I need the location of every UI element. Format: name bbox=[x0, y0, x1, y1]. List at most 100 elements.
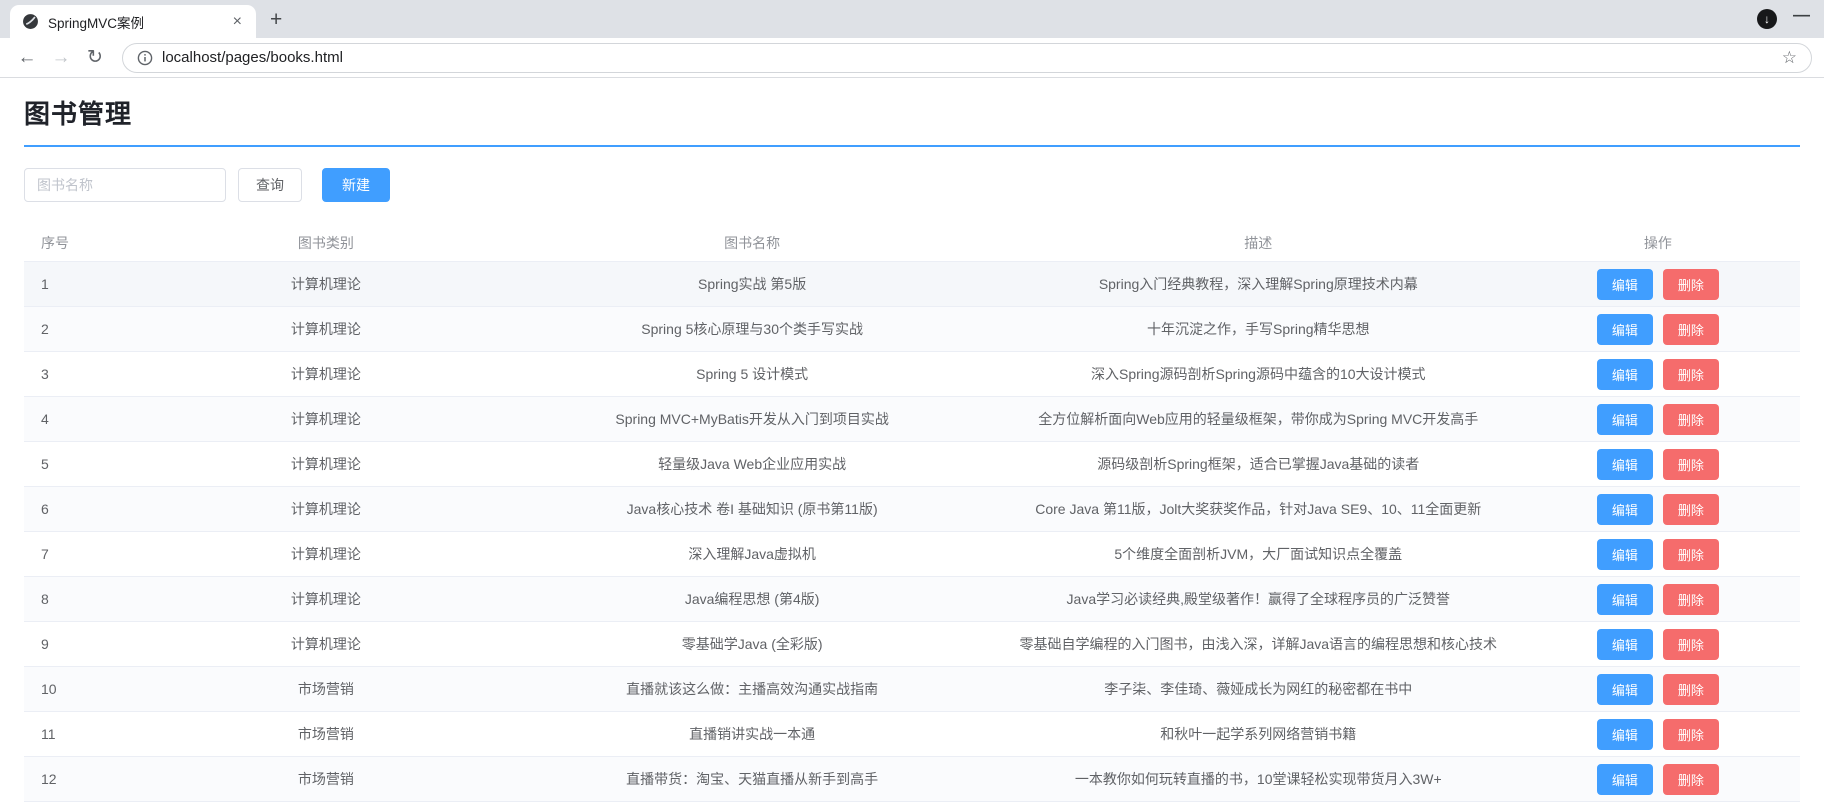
cell-desc: 零基础自学编程的入门图书，由浅入深，详解Java语言的编程思想和核心技术 bbox=[1019, 636, 1498, 652]
back-button[interactable]: ← bbox=[12, 43, 42, 73]
delete-button[interactable]: 删除 bbox=[1662, 313, 1719, 345]
table-row: 10 市场营销 直播就该这么做：主播高效沟通实战指南 李子柒、李佳琦、薇娅成长为… bbox=[24, 667, 1800, 712]
books-table: 序号 图书类别 图书名称 描述 操作 1 计算机理论 Spring实战 第5版 … bbox=[24, 224, 1800, 802]
reload-button[interactable]: ↻ bbox=[80, 43, 110, 73]
cell-index: 7 bbox=[41, 546, 49, 562]
edit-button[interactable]: 编辑 bbox=[1596, 628, 1653, 660]
cell-desc: 和秋叶一起学系列网络营销书籍 bbox=[1160, 726, 1357, 742]
delete-button[interactable]: 删除 bbox=[1662, 268, 1719, 300]
create-button[interactable]: 新建 bbox=[322, 168, 390, 202]
delete-button[interactable]: 删除 bbox=[1662, 628, 1719, 660]
minimize-button[interactable]: — bbox=[1793, 5, 1810, 25]
edit-button[interactable]: 编辑 bbox=[1596, 583, 1653, 615]
edit-button[interactable]: 编辑 bbox=[1596, 673, 1653, 705]
browser-toolbar: ← → ↻ localhost/pages/books.html ☆ bbox=[0, 38, 1824, 78]
table-row: 3 计算机理论 Spring 5 设计模式 深入Spring源码剖析Spring… bbox=[24, 352, 1800, 397]
edit-button[interactable]: 编辑 bbox=[1596, 718, 1653, 750]
cell-desc: 深入Spring源码剖析Spring源码中蕴含的10大设计模式 bbox=[1091, 366, 1426, 382]
header-index: 序号 bbox=[41, 234, 69, 251]
cell-name: Spring 5核心原理与30个类手写实战 bbox=[641, 321, 863, 337]
cell-desc: 5个维度全面剖析JVM，大厂面试知识点全覆盖 bbox=[1114, 546, 1403, 562]
cell-desc: Spring入门经典教程，深入理解Spring原理技术内幕 bbox=[1098, 276, 1418, 292]
edit-button[interactable]: 编辑 bbox=[1596, 313, 1653, 345]
tab-close-icon[interactable]: × bbox=[229, 12, 246, 32]
table-row: 4 计算机理论 Spring MVC+MyBatis开发从入门到项目实战 全方位… bbox=[24, 397, 1800, 442]
delete-button[interactable]: 删除 bbox=[1662, 358, 1719, 390]
cell-actions: 编辑 删除 bbox=[1516, 268, 1800, 300]
header-desc: 描述 bbox=[1244, 234, 1273, 251]
tab-title: SpringMVC案例 bbox=[48, 15, 145, 31]
books-page: 图书管理 查询 新建 序号 图书类别 图书名称 描述 操作 1 计算机理论 Sp… bbox=[0, 94, 1824, 802]
cell-category: 计算机理论 bbox=[290, 276, 361, 292]
browser-tab[interactable]: SpringMVC案例 × bbox=[10, 5, 256, 38]
cell-index: 9 bbox=[41, 636, 49, 652]
browser-update-icon[interactable]: ↓ bbox=[1757, 9, 1777, 29]
header-actions: 操作 bbox=[1643, 234, 1672, 251]
url-text: localhost/pages/books.html bbox=[162, 49, 343, 66]
edit-button[interactable]: 编辑 bbox=[1596, 763, 1653, 795]
edit-button[interactable]: 编辑 bbox=[1596, 448, 1653, 480]
edit-button[interactable]: 编辑 bbox=[1596, 538, 1653, 570]
delete-button[interactable]: 删除 bbox=[1662, 538, 1719, 570]
cell-category: 计算机理论 bbox=[290, 321, 361, 337]
cell-category: 计算机理论 bbox=[290, 546, 361, 562]
table-row: 2 计算机理论 Spring 5核心原理与30个类手写实战 十年沉淀之作，手写S… bbox=[24, 307, 1800, 352]
edit-button[interactable]: 编辑 bbox=[1596, 358, 1653, 390]
cell-name: 深入理解Java虚拟机 bbox=[688, 546, 816, 562]
delete-button[interactable]: 删除 bbox=[1662, 763, 1719, 795]
delete-button[interactable]: 删除 bbox=[1662, 448, 1719, 480]
cell-category: 市场营销 bbox=[297, 726, 354, 742]
cell-index: 11 bbox=[41, 726, 56, 742]
cell-desc: Java学习必读经典,殿堂级著作！赢得了全球程序员的广泛赞誉 bbox=[1066, 591, 1451, 607]
cell-index: 12 bbox=[41, 771, 57, 787]
title-divider bbox=[24, 145, 1800, 147]
search-input[interactable] bbox=[24, 168, 226, 202]
url-input[interactable]: localhost/pages/books.html ☆ bbox=[122, 42, 1812, 73]
cell-category: 市场营销 bbox=[297, 681, 354, 697]
cell-category: 计算机理论 bbox=[290, 501, 361, 517]
delete-button[interactable]: 删除 bbox=[1662, 583, 1719, 615]
edit-button[interactable]: 编辑 bbox=[1596, 268, 1653, 300]
delete-button[interactable]: 删除 bbox=[1662, 403, 1719, 435]
cell-index: 10 bbox=[41, 681, 57, 697]
table-row: 6 计算机理论 Java核心技术 卷I 基础知识 (原书第11版) Core J… bbox=[24, 487, 1800, 532]
delete-button[interactable]: 删除 bbox=[1662, 718, 1719, 750]
delete-button[interactable]: 删除 bbox=[1662, 493, 1719, 525]
cell-name: 零基础学Java (全彩版) bbox=[681, 636, 823, 652]
cell-actions: 编辑 删除 bbox=[1516, 583, 1800, 615]
delete-button[interactable]: 删除 bbox=[1662, 673, 1719, 705]
cell-desc: 十年沉淀之作，手写Spring精华思想 bbox=[1147, 321, 1370, 337]
cell-index: 4 bbox=[41, 411, 49, 427]
table-row: 1 计算机理论 Spring实战 第5版 Spring入门经典教程，深入理解Sp… bbox=[24, 262, 1800, 307]
edit-button[interactable]: 编辑 bbox=[1596, 403, 1653, 435]
table-row: 7 计算机理论 深入理解Java虚拟机 5个维度全面剖析JVM，大厂面试知识点全… bbox=[24, 532, 1800, 577]
cell-actions: 编辑 删除 bbox=[1516, 403, 1800, 435]
cell-desc: 源码级剖析Spring框架，适合已掌握Java基础的读者 bbox=[1097, 456, 1420, 472]
cell-category: 市场营销 bbox=[297, 771, 354, 787]
cell-actions: 编辑 删除 bbox=[1516, 718, 1800, 750]
cell-actions: 编辑 删除 bbox=[1516, 493, 1800, 525]
cell-actions: 编辑 删除 bbox=[1516, 673, 1800, 705]
cell-name: Spring 5 设计模式 bbox=[696, 366, 809, 382]
cell-index: 6 bbox=[41, 501, 49, 517]
cell-index: 8 bbox=[41, 591, 49, 607]
header-category: 图书类别 bbox=[297, 234, 354, 251]
site-info-icon[interactable] bbox=[137, 50, 153, 66]
table-row: 12 市场营销 直播带货：淘宝、天猫直播从新手到高手 一本教你如何玩转直播的书，… bbox=[24, 757, 1800, 802]
new-tab-icon[interactable]: + bbox=[270, 9, 282, 30]
bookmark-star-icon[interactable]: ☆ bbox=[1782, 48, 1797, 68]
cell-index: 5 bbox=[41, 456, 49, 472]
cell-name: Spring实战 第5版 bbox=[698, 276, 807, 292]
cell-name: 直播带货：淘宝、天猫直播从新手到高手 bbox=[626, 771, 879, 787]
table-header-row: 序号 图书类别 图书名称 描述 操作 bbox=[24, 224, 1800, 262]
cell-desc: 全方位解析面向Web应用的轻量级框架，带你成为Spring MVC开发高手 bbox=[1038, 411, 1479, 427]
cell-category: 计算机理论 bbox=[290, 366, 361, 382]
table-row: 11 市场营销 直播销讲实战一本通 和秋叶一起学系列网络营销书籍 编辑 删除 bbox=[24, 712, 1800, 757]
cell-actions: 编辑 删除 bbox=[1516, 358, 1800, 390]
page-title: 图书管理 bbox=[24, 99, 133, 129]
edit-button[interactable]: 编辑 bbox=[1596, 493, 1653, 525]
browser-tab-bar: SpringMVC案例 × + ↓ — bbox=[0, 0, 1824, 38]
query-button[interactable]: 查询 bbox=[238, 168, 302, 202]
forward-button[interactable]: → bbox=[46, 43, 76, 73]
favicon-globe-icon bbox=[23, 14, 38, 29]
